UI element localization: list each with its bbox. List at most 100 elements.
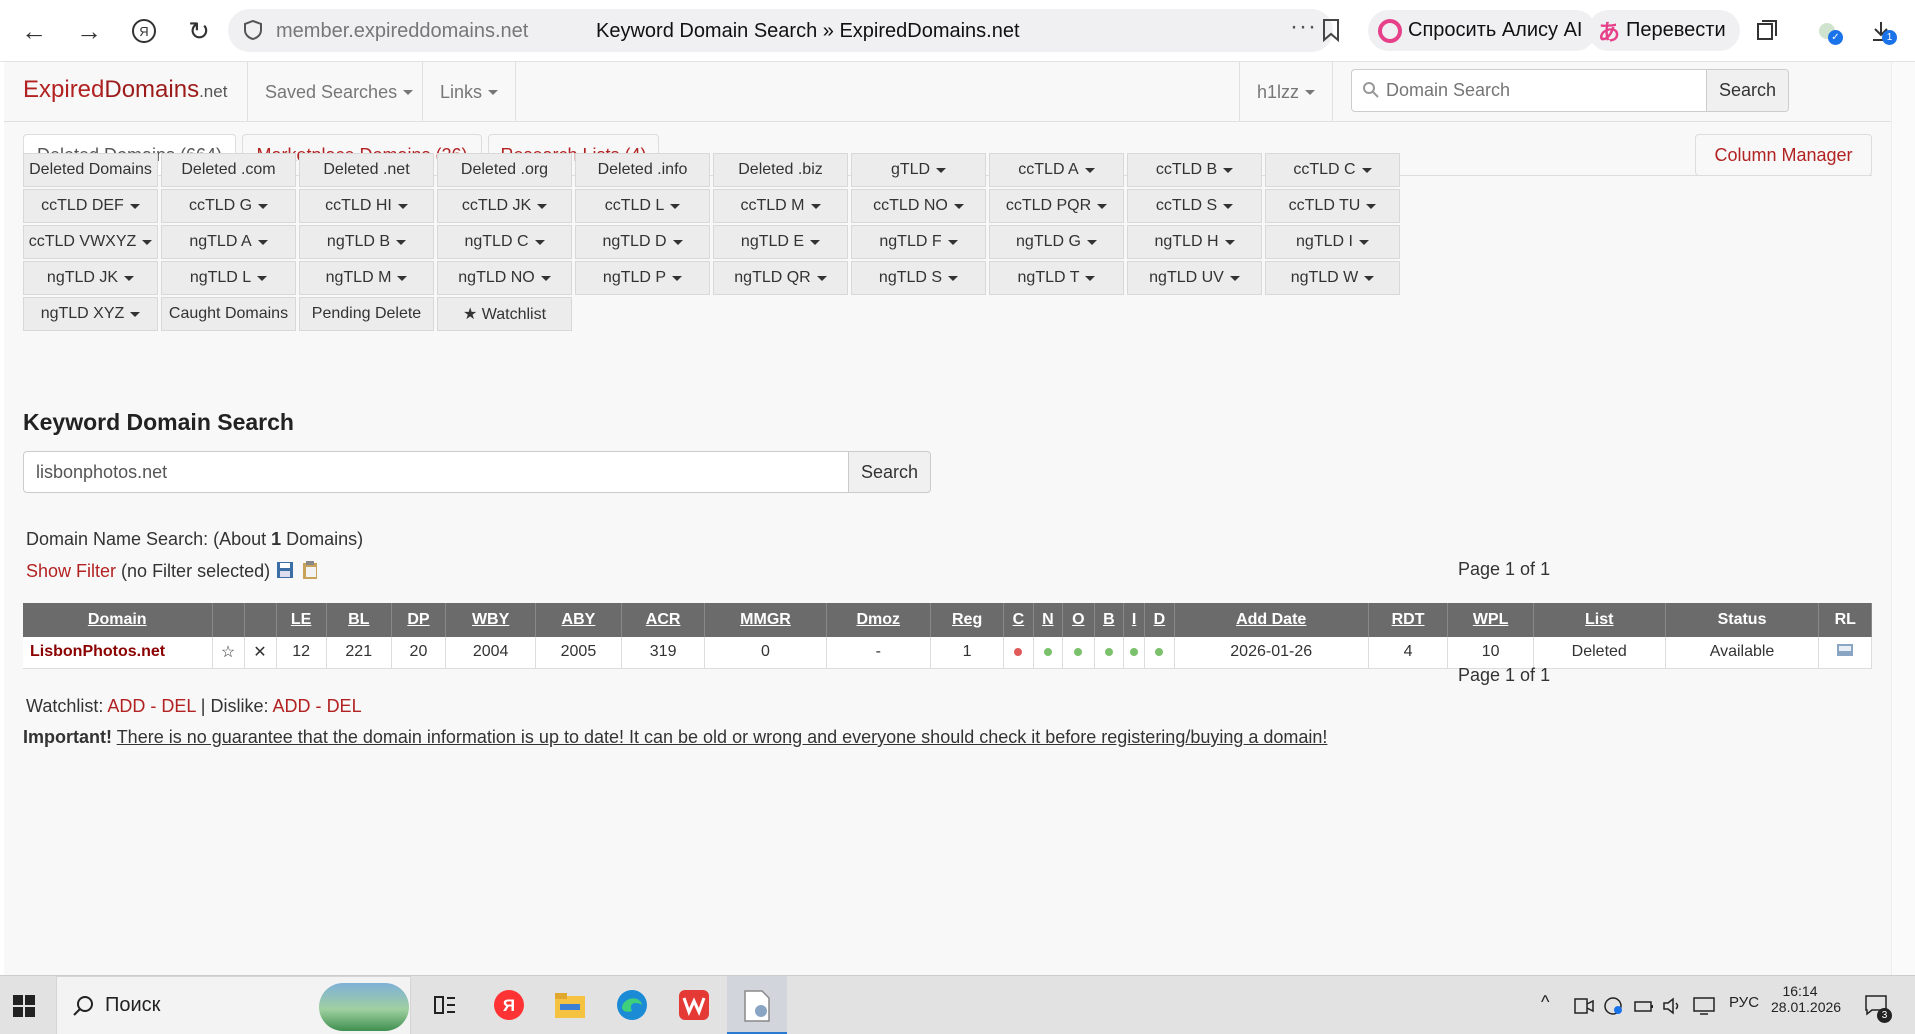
saved-searches-menu[interactable]: Saved Searches <box>247 62 430 122</box>
category-button-ngtld-w[interactable]: ngTLD W <box>1265 261 1400 295</box>
disclaimer-text[interactable]: There is no guarantee that the domain in… <box>117 727 1328 747</box>
category-button-cctld-m[interactable]: ccTLD M <box>713 189 848 223</box>
category-button-cctld-b[interactable]: ccTLD B <box>1127 153 1262 187</box>
category-button-ngtld-xyz[interactable]: ngTLD XYZ <box>23 297 158 331</box>
category-button-ngtld-c[interactable]: ngTLD C <box>437 225 572 259</box>
extensions-icon[interactable]: ✓ <box>1812 16 1843 46</box>
clipboard-icon[interactable] <box>300 560 320 580</box>
category-button-ngtld-no[interactable]: ngTLD NO <box>437 261 572 295</box>
category-button-cctld-s[interactable]: ccTLD S <box>1127 189 1262 223</box>
category-button-deleted-org[interactable]: Deleted .org <box>437 153 572 187</box>
dislike-add-link[interactable]: ADD <box>273 696 311 716</box>
windows-start-icon[interactable] <box>13 995 35 1017</box>
column-header-acr[interactable]: ACR <box>621 603 706 637</box>
category-button-ngtld-l[interactable]: ngTLD L <box>161 261 296 295</box>
site-logo[interactable]: ExpiredDomains.net <box>23 76 227 104</box>
category-button-cctld-no[interactable]: ccTLD NO <box>851 189 986 223</box>
category-button-cctld-def[interactable]: ccTLD DEF <box>23 189 158 223</box>
category-button-ngtld-s[interactable]: ngTLD S <box>851 261 986 295</box>
domain-link[interactable]: LisbonPhotos.net <box>23 637 213 669</box>
category-button-ngtld-p[interactable]: ngTLD P <box>575 261 710 295</box>
column-header-i[interactable]: I <box>1123 603 1146 637</box>
taskbar-search[interactable]: Поиск <box>56 976 411 1034</box>
chevron-up-icon[interactable]: ^ <box>1541 992 1549 1013</box>
category-button-ngtld-f[interactable]: ngTLD F <box>851 225 986 259</box>
category-button-deleted-com[interactable]: Deleted .com <box>161 153 296 187</box>
column-header-d[interactable]: D <box>1144 603 1175 637</box>
column-header-domain[interactable]: Domain <box>23 603 213 637</box>
column-header-dmoz[interactable]: Dmoz <box>826 603 932 637</box>
category-button-gtld[interactable]: gTLD <box>851 153 986 187</box>
edge-icon[interactable] <box>616 989 648 1021</box>
domain-search-button[interactable]: Search <box>1706 70 1788 111</box>
category-button-deleted-biz[interactable]: Deleted .biz <box>713 153 848 187</box>
user-menu[interactable]: h1lzz <box>1239 62 1334 122</box>
category-button-ngtld-d[interactable]: ngTLD D <box>575 225 710 259</box>
keyword-search-button[interactable]: Search <box>848 451 931 493</box>
category-button-ngtld-h[interactable]: ngTLD H <box>1127 225 1262 259</box>
column-header-dp[interactable]: DP <box>391 603 447 637</box>
category-button-cctld-pqr[interactable]: ccTLD PQR <box>989 189 1124 223</box>
downloads-icon[interactable]: 1 <box>1866 16 1897 46</box>
save-icon[interactable] <box>275 560 295 580</box>
bookmark-icon[interactable] <box>1321 18 1341 42</box>
column-header-o[interactable]: O <box>1062 603 1095 637</box>
column-header-list[interactable]: List <box>1533 603 1666 637</box>
back-button[interactable]: ← <box>16 13 52 49</box>
category-button-ngtld-m[interactable]: ngTLD M <box>299 261 434 295</box>
category-button-ngtld-a[interactable]: ngTLD A <box>161 225 296 259</box>
scrollbar[interactable] <box>1891 62 1915 975</box>
column-manager-button[interactable]: Column Manager <box>1695 134 1872 176</box>
domain-search-input[interactable] <box>1386 70 1706 111</box>
column-header-b[interactable]: B <box>1094 603 1125 637</box>
category-button-cctld-l[interactable]: ccTLD L <box>575 189 710 223</box>
category-button-cctld-g[interactable]: ccTLD G <box>161 189 296 223</box>
address-bar[interactable]: member.expireddomains.net Keyword Domain… <box>228 9 1339 52</box>
watchlist-del-link[interactable]: DEL <box>161 696 195 716</box>
category-button-deleted-net[interactable]: Deleted .net <box>299 153 434 187</box>
task-view-icon[interactable] <box>433 993 457 1017</box>
category-button-ngtld-g[interactable]: ngTLD G <box>989 225 1124 259</box>
column-header-n[interactable]: N <box>1033 603 1064 637</box>
display-icon[interactable] <box>1692 996 1716 1016</box>
category-button-cctld-hi[interactable]: ccTLD HI <box>299 189 434 223</box>
category-button-ngtld-t[interactable]: ngTLD T <box>989 261 1124 295</box>
category-button-cctld-c[interactable]: ccTLD C <box>1265 153 1400 187</box>
wps-office-icon[interactable] <box>678 989 710 1021</box>
dislike-del-link[interactable]: DEL <box>327 696 362 716</box>
yandex-icon[interactable]: Я <box>126 13 162 49</box>
category-button-cctld-vwxyz[interactable]: ccTLD VWXYZ <box>23 225 158 259</box>
column-header-wpl[interactable]: WPL <box>1447 603 1534 637</box>
column-header-add-date[interactable]: Add Date <box>1174 603 1369 637</box>
network-status-icon[interactable] <box>1603 996 1625 1016</box>
category-button-deleted-domains[interactable]: Deleted Domains <box>23 153 158 187</box>
register-icon[interactable] <box>1836 642 1854 658</box>
file-explorer-icon[interactable] <box>554 990 586 1020</box>
category-button-ngtld-b[interactable]: ngTLD B <box>299 225 434 259</box>
category-button-pending-delete[interactable]: Pending Delete <box>299 297 434 331</box>
column-header-le[interactable]: LE <box>276 603 327 637</box>
dislike-x-icon[interactable]: ✕ <box>244 637 277 669</box>
forward-button[interactable]: → <box>71 13 107 49</box>
category-button-cctld-jk[interactable]: ccTLD JK <box>437 189 572 223</box>
clock[interactable]: 16:14 28.01.2026 <box>1771 983 1841 1015</box>
category-button-cctld-a[interactable]: ccTLD A <box>989 153 1124 187</box>
category-button-deleted-info[interactable]: Deleted .info <box>575 153 710 187</box>
category-button-ngtld-uv[interactable]: ngTLD UV <box>1127 261 1262 295</box>
column-header-rdt[interactable]: RDT <box>1368 603 1449 637</box>
collections-icon[interactable] <box>1752 16 1782 46</box>
category-button-ngtld-i[interactable]: ngTLD I <box>1265 225 1400 259</box>
column-header-wby[interactable]: WBY <box>445 603 537 637</box>
volume-icon[interactable] <box>1662 996 1684 1016</box>
category-button-ngtld-qr[interactable]: ngTLD QR <box>713 261 848 295</box>
input-language[interactable]: РУС <box>1729 994 1759 1011</box>
category-button-caught-domains[interactable]: Caught Domains <box>161 297 296 331</box>
category-button-ngtld-e[interactable]: ngTLD E <box>713 225 848 259</box>
active-app-slot[interactable] <box>727 976 787 1034</box>
category-button-watchlist[interactable]: ★ Watchlist <box>437 297 572 331</box>
show-filter-link[interactable]: Show Filter <box>26 561 116 581</box>
yandex-browser-icon[interactable]: Я <box>493 989 525 1021</box>
keyword-search-input[interactable] <box>23 451 849 493</box>
column-header-reg[interactable]: Reg <box>930 603 1005 637</box>
column-header-aby[interactable]: ABY <box>535 603 622 637</box>
